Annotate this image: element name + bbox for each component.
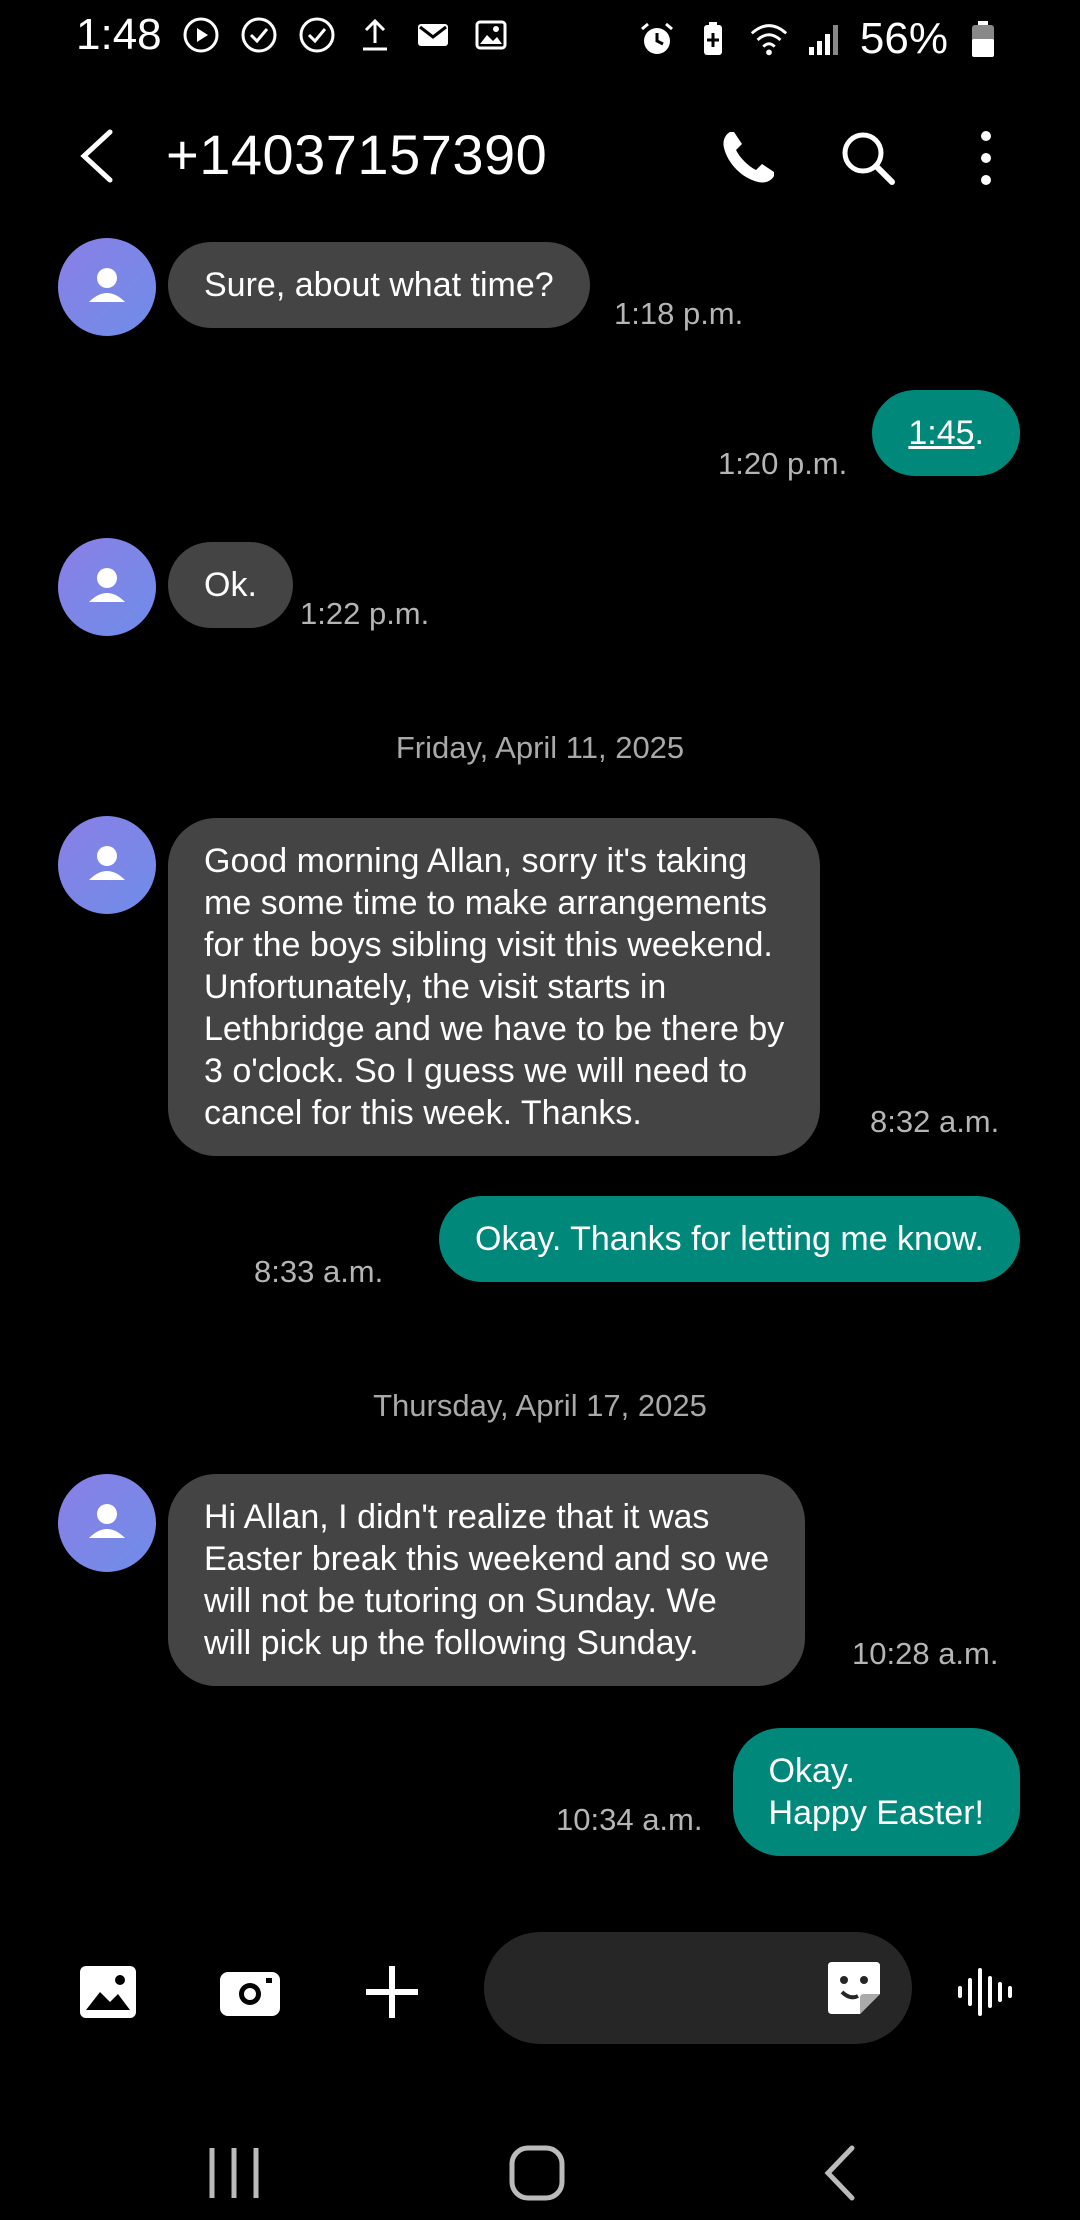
system-nav-bar (0, 2100, 1080, 2220)
message-line: Easter break this weekend and so we (204, 1540, 770, 1578)
message-line: cancel for this week. Thanks. (204, 1094, 642, 1132)
home-icon (509, 2145, 565, 2201)
recents-icon (209, 2148, 259, 2198)
person-icon (89, 846, 125, 880)
sticker-icon (828, 1962, 880, 2014)
person-icon (89, 268, 125, 302)
gallery-icon (80, 1966, 136, 2018)
outgoing-message[interactable]: 1:45. (872, 390, 1020, 476)
signal-icon (804, 18, 846, 60)
date-separator: Friday, April 11, 2025 (395, 730, 685, 765)
upload-icon (354, 14, 396, 56)
message-timestamp: 1:22 p.m. (300, 596, 430, 631)
incoming-message[interactable]: Good morning Allan, sorry it's taking me… (168, 818, 821, 1156)
outgoing-message[interactable]: Okay. Thanks for letting me know. (439, 1196, 1020, 1282)
status-time: 1:48 (76, 10, 162, 59)
message-timestamp: 8:33 a.m. (254, 1254, 384, 1289)
search-icon (842, 132, 895, 185)
message-line: Lethbridge and we have to be there by (204, 1010, 785, 1048)
status-bar: 1:48 56% (0, 0, 1080, 72)
contact-name: +14037157390 (166, 123, 548, 186)
camera-button[interactable] (218, 1960, 282, 2024)
person-icon (89, 1504, 125, 1538)
battery-icon (962, 18, 1004, 60)
message-line: Hi Allan, I didn't realize that it was (204, 1498, 710, 1536)
image-icon (470, 14, 512, 56)
message-line: Okay. (768, 1752, 855, 1790)
message-timestamp: 10:28 a.m. (852, 1636, 999, 1671)
battery-saver-icon (692, 18, 734, 60)
avatar[interactable] (58, 1474, 156, 1572)
wifi-icon (748, 18, 790, 60)
back-button[interactable] (70, 124, 126, 188)
conversation-header: +14037157390 (0, 110, 1080, 200)
call-button[interactable] (716, 126, 780, 190)
message-timestamp: 1:20 p.m. (718, 446, 848, 481)
outgoing-message[interactable]: Okay. Happy Easter! (732, 1728, 1020, 1856)
composer-bar (0, 1930, 1080, 2050)
date-separator: Thursday, April 17, 2025 (373, 1388, 707, 1423)
voice-icon (958, 1968, 1012, 2016)
sticker-button[interactable] (824, 1958, 884, 2018)
more-icon (981, 131, 991, 185)
message-line: 3 o'clock. So I guess we will need to (204, 1052, 748, 1090)
message-line: will not be tutoring on Sunday. We (204, 1582, 717, 1620)
time-link[interactable]: 1:45 (908, 414, 974, 452)
avatar[interactable] (58, 816, 156, 914)
voice-button[interactable] (954, 1960, 1018, 2024)
home-button[interactable] (502, 2138, 572, 2208)
camera-icon (220, 1972, 280, 2016)
message-input[interactable] (484, 1932, 912, 2044)
avatar[interactable] (58, 238, 156, 336)
message-line: Unfortunately, the visit starts in (204, 968, 667, 1006)
message-text-suffix: . (974, 414, 984, 452)
person-icon (89, 568, 125, 602)
message-line: me some time to make arrangements (204, 884, 768, 922)
check-circle-icon (238, 14, 280, 56)
chevron-left-icon (80, 129, 113, 183)
back-nav-button[interactable] (808, 2138, 878, 2208)
alarm-icon (636, 18, 678, 60)
incoming-message[interactable]: Hi Allan, I didn't realize that it was E… (168, 1474, 806, 1686)
mail-icon (412, 14, 454, 56)
avatar[interactable] (58, 538, 156, 636)
message-timestamp: 1:18 p.m. (614, 296, 744, 331)
recents-button[interactable] (200, 2138, 270, 2208)
incoming-message[interactable]: Sure, about what time? (168, 242, 590, 328)
message-timestamp: 10:34 a.m. (556, 1802, 703, 1837)
message-line: for the boys sibling visit this weekend. (204, 926, 773, 964)
check-circle-icon (296, 14, 338, 56)
back-icon (824, 2145, 855, 2201)
more-options-button[interactable] (966, 126, 1006, 190)
message-line: will pick up the following Sunday. (204, 1624, 699, 1662)
message-line: Happy Easter! (768, 1794, 984, 1832)
message-timestamp: 8:32 a.m. (870, 1104, 1000, 1139)
add-icon (366, 1966, 418, 2018)
call-icon (723, 132, 774, 183)
message-line: Good morning Allan, sorry it's taking (204, 842, 748, 880)
add-button[interactable] (360, 1960, 424, 2024)
search-button[interactable] (836, 126, 900, 190)
battery-percent: 56% (859, 14, 948, 63)
play-icon (180, 14, 222, 56)
incoming-message[interactable]: Ok. (168, 542, 293, 628)
gallery-button[interactable] (76, 1960, 140, 2024)
